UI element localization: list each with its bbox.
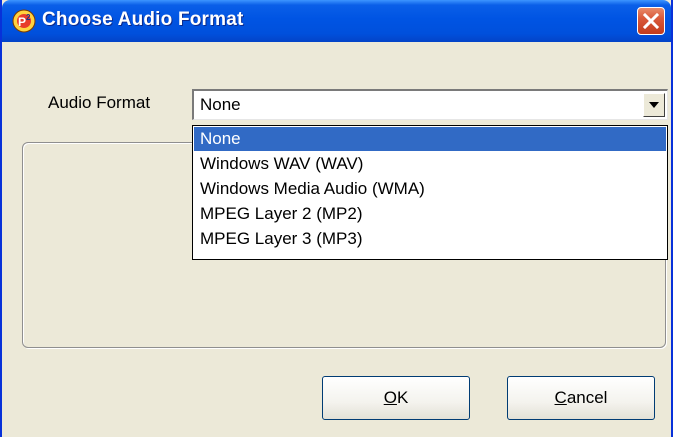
window-title: Choose Audio Format (42, 9, 244, 30)
cancel-mnemonic: C (554, 388, 567, 407)
ok-button[interactable]: OK (322, 376, 470, 420)
ok-mnemonic: O (383, 388, 397, 407)
chevron-down-icon (649, 102, 659, 108)
option-mp2[interactable]: MPEG Layer 2 (MP2) (194, 202, 666, 226)
option-mp3[interactable]: MPEG Layer 3 (MP3) (194, 227, 666, 251)
close-icon (642, 12, 660, 30)
audio-format-dropdown-list[interactable]: None Windows WAV (WAV) Windows Media Aud… (192, 125, 668, 260)
title-bar[interactable]: P 2 Choose Audio Format (2, 0, 671, 42)
option-wav[interactable]: Windows WAV (WAV) (194, 152, 666, 176)
ok-label-rest: K (396, 388, 409, 407)
app-icon: P 2 (12, 9, 36, 33)
svg-text:2: 2 (26, 13, 31, 22)
option-none[interactable]: None (194, 127, 666, 151)
audio-format-select[interactable]: None (192, 89, 668, 120)
cancel-label-rest: ancel (566, 388, 608, 407)
svg-text:P: P (18, 15, 26, 29)
audio-format-label: Audio Format (48, 93, 151, 112)
dropdown-button[interactable] (643, 93, 665, 117)
dialog-window: P 2 Choose Audio Format Audio Format Non… (0, 0, 673, 437)
audio-format-value: None (200, 95, 241, 114)
cancel-button[interactable]: Cancel (507, 376, 655, 420)
close-button[interactable] (637, 7, 665, 35)
option-wma[interactable]: Windows Media Audio (WMA) (194, 177, 666, 201)
